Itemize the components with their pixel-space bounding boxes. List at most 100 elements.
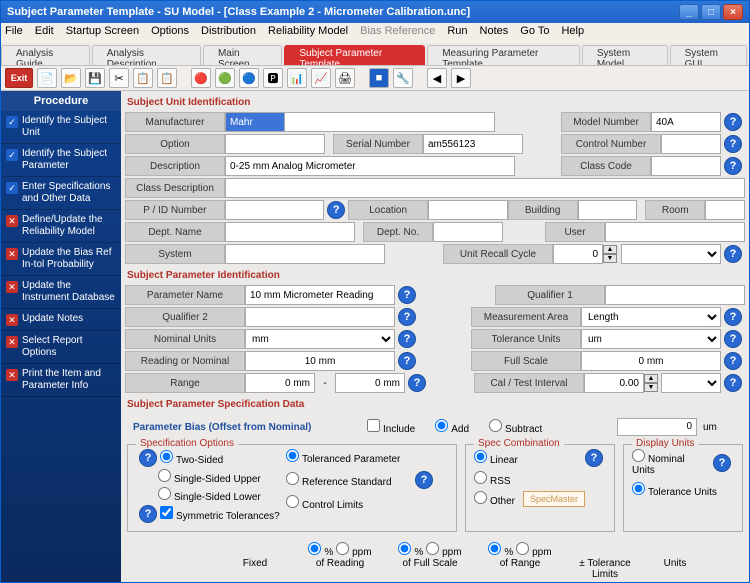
check-symtol[interactable]: Symmetric Tolerances?: [160, 506, 280, 522]
help-icon[interactable]: ?: [724, 308, 742, 326]
help-icon[interactable]: ?: [585, 449, 603, 467]
tab-measuring-param[interactable]: Measuring Parameter Template: [427, 45, 580, 65]
radio-subtract[interactable]: Subtract: [489, 419, 542, 435]
tab-system-model[interactable]: System Model: [582, 45, 668, 65]
input-system[interactable]: [225, 244, 385, 264]
sidebar-item-4[interactable]: ✕Update the Bias Ref In-tol Probability: [1, 243, 121, 276]
menu-help[interactable]: Help: [561, 25, 584, 41]
select-tol-units[interactable]: um: [581, 329, 721, 349]
menu-biasref[interactable]: Bias Reference: [360, 25, 435, 41]
tool-icon[interactable]: 🔵: [239, 68, 259, 88]
tool-icon[interactable]: 📈: [311, 68, 331, 88]
help-icon[interactable]: ?: [398, 330, 416, 348]
input-range-hi[interactable]: 0 mm: [335, 373, 405, 393]
radio-ppm-reading[interactable]: ppm: [336, 547, 371, 558]
tool-icon[interactable]: ▶: [451, 68, 471, 88]
input-room[interactable]: [705, 200, 745, 220]
help-icon[interactable]: ?: [139, 505, 157, 523]
tab-analysis-description[interactable]: Analysis Description: [92, 45, 201, 65]
help-icon[interactable]: ?: [724, 113, 742, 131]
input-control-number[interactable]: [661, 134, 721, 154]
input-serial[interactable]: am556123: [423, 134, 523, 154]
radio-pct-range[interactable]: %: [488, 547, 513, 558]
help-icon[interactable]: ?: [724, 352, 742, 370]
help-icon[interactable]: ?: [724, 245, 742, 263]
help-icon[interactable]: ?: [408, 374, 426, 392]
menu-reliability[interactable]: Reliability Model: [268, 25, 348, 41]
input-user[interactable]: [605, 222, 745, 242]
tool-icon[interactable]: 🟢: [215, 68, 235, 88]
menu-goto[interactable]: Go To: [520, 25, 549, 41]
check-include[interactable]: Include: [367, 419, 415, 435]
specmaster-button[interactable]: SpecMaster: [523, 491, 585, 507]
radio-two-sided[interactable]: Two-Sided: [160, 450, 223, 466]
tool-icon[interactable]: 📋: [157, 68, 177, 88]
sidebar-item-7[interactable]: ✕Select Report Options: [1, 331, 121, 364]
sidebar-item-8[interactable]: ✕Print the Item and Parameter Info: [1, 364, 121, 397]
menu-file[interactable]: File: [5, 25, 23, 41]
select-nom-units[interactable]: mm: [245, 329, 395, 349]
menu-edit[interactable]: Edit: [35, 25, 54, 41]
input-model-number[interactable]: 40A: [651, 112, 721, 132]
radio-linear[interactable]: Linear: [474, 450, 518, 466]
tool-icon[interactable]: ■: [369, 68, 389, 88]
radio-other[interactable]: Other: [474, 491, 515, 507]
help-icon[interactable]: ?: [398, 286, 416, 304]
tool-icon[interactable]: 📄: [37, 68, 57, 88]
radio-tol-param[interactable]: Toleranced Parameter: [286, 454, 400, 465]
sidebar-item-0[interactable]: ✓Identify the Subject Unit: [1, 111, 121, 144]
input-qual2[interactable]: [245, 307, 395, 327]
input-manufacturer-ext[interactable]: [285, 112, 495, 132]
tab-system-gui[interactable]: System GUI: [670, 45, 747, 65]
radio-disp-tol[interactable]: Tolerance Units: [632, 487, 717, 498]
input-description[interactable]: 0-25 mm Analog Micrometer: [225, 156, 515, 176]
input-range-lo[interactable]: 0 mm: [245, 373, 315, 393]
input-location[interactable]: [428, 200, 508, 220]
help-icon[interactable]: ?: [327, 201, 345, 219]
input-class-desc[interactable]: [225, 178, 745, 198]
sidebar-item-1[interactable]: ✓Identify the Subject Parameter: [1, 144, 121, 177]
tool-icon[interactable]: 🔧: [393, 68, 413, 88]
help-icon[interactable]: ?: [724, 330, 742, 348]
radio-ppm-range[interactable]: ppm: [516, 547, 551, 558]
menu-run[interactable]: Run: [447, 25, 467, 41]
tool-icon[interactable]: 🅿: [263, 68, 283, 88]
tool-icon[interactable]: 💾: [85, 68, 105, 88]
radio-add[interactable]: Add: [435, 419, 469, 435]
recall-spinner[interactable]: ▲▼: [603, 245, 617, 263]
help-icon[interactable]: ?: [398, 352, 416, 370]
tab-subject-param[interactable]: Subject Parameter Template: [284, 45, 425, 65]
input-recall[interactable]: 0: [553, 244, 603, 264]
input-reading-nom[interactable]: 10 mm: [245, 351, 395, 371]
radio-ssl[interactable]: Single-Sided Lower: [158, 492, 261, 503]
menu-startup[interactable]: Startup Screen: [66, 25, 139, 41]
menu-notes[interactable]: Notes: [480, 25, 509, 41]
sidebar-item-3[interactable]: ✕Define/Update the Reliability Model: [1, 210, 121, 243]
help-icon[interactable]: ?: [724, 374, 742, 392]
tab-main-screen[interactable]: Main Screen: [203, 45, 282, 65]
radio-pct-fs[interactable]: %: [398, 547, 423, 558]
radio-ppm-fs[interactable]: ppm: [426, 547, 461, 558]
help-icon[interactable]: ?: [415, 471, 433, 489]
select-meas-area[interactable]: Length: [581, 307, 721, 327]
tool-icon[interactable]: 📋: [133, 68, 153, 88]
radio-ctrl-limits[interactable]: Control Limits: [286, 500, 363, 511]
menu-distribution[interactable]: Distribution: [201, 25, 256, 41]
input-param-name[interactable]: 10 mm Micrometer Reading: [245, 285, 395, 305]
tool-icon[interactable]: 📊: [287, 68, 307, 88]
input-pid[interactable]: [225, 200, 325, 220]
help-icon[interactable]: ?: [724, 135, 742, 153]
help-icon[interactable]: ?: [724, 157, 742, 175]
caltest-spinner[interactable]: ▲▼: [644, 374, 658, 392]
radio-ref-std[interactable]: Reference Standard: [286, 472, 412, 488]
input-fullscale[interactable]: 0 mm: [581, 351, 721, 371]
sidebar-item-5[interactable]: ✕Update the Instrument Database: [1, 276, 121, 309]
minimize-button[interactable]: _: [679, 4, 699, 20]
input-cal-test[interactable]: 0.00: [584, 373, 644, 393]
recall-units[interactable]: [621, 244, 721, 264]
sidebar-item-6[interactable]: ✕Update Notes: [1, 309, 121, 331]
help-icon[interactable]: ?: [139, 449, 157, 467]
exit-button[interactable]: Exit: [5, 68, 33, 88]
menu-options[interactable]: Options: [151, 25, 189, 41]
input-bias[interactable]: 0: [617, 418, 697, 436]
